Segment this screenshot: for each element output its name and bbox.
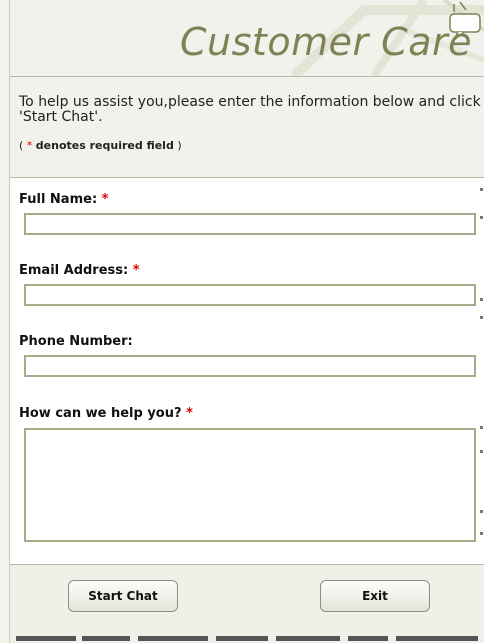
page-title: Customer Care — [180, 20, 472, 64]
right-edge-artifacts — [480, 180, 484, 570]
required-star: * — [101, 192, 109, 207]
full-name-input[interactable] — [24, 213, 476, 235]
help-message-textarea[interactable] — [24, 428, 476, 542]
phone-label-text: Phone Number: — [19, 334, 133, 349]
email-input[interactable] — [24, 284, 476, 306]
email-label: Email Address: * — [19, 263, 140, 278]
intro-section: To help us assist you,please enter the i… — [10, 77, 484, 177]
chat-window: Customer Care To help us assist you,plea… — [0, 0, 484, 643]
exit-button[interactable]: Exit — [320, 580, 430, 612]
required-star: * — [132, 263, 140, 278]
header: Customer Care — [10, 0, 484, 76]
phone-input[interactable] — [24, 355, 476, 377]
full-name-label-text: Full Name: — [19, 192, 98, 207]
intro-text: To help us assist you,please enter the i… — [19, 94, 481, 125]
required-star: * — [186, 406, 193, 421]
start-chat-button[interactable]: Start Chat — [68, 580, 178, 612]
required-note-open: ( — [19, 139, 27, 152]
help-label: How can we help you? * — [19, 406, 193, 421]
help-label-text: How can we help you? — [19, 406, 182, 421]
full-name-label: Full Name: * — [19, 192, 108, 207]
required-note: ( * denotes required field ) — [19, 139, 182, 152]
bottom-edge-artifacts — [10, 632, 484, 643]
phone-label: Phone Number: — [19, 334, 133, 349]
required-note-close: ) — [173, 139, 182, 152]
required-note-label: denotes required field — [35, 139, 174, 152]
email-label-text: Email Address: — [19, 263, 129, 278]
required-star: * — [26, 139, 33, 152]
chat-form: Full Name: * Email Address: * Phone Numb… — [10, 178, 484, 564]
